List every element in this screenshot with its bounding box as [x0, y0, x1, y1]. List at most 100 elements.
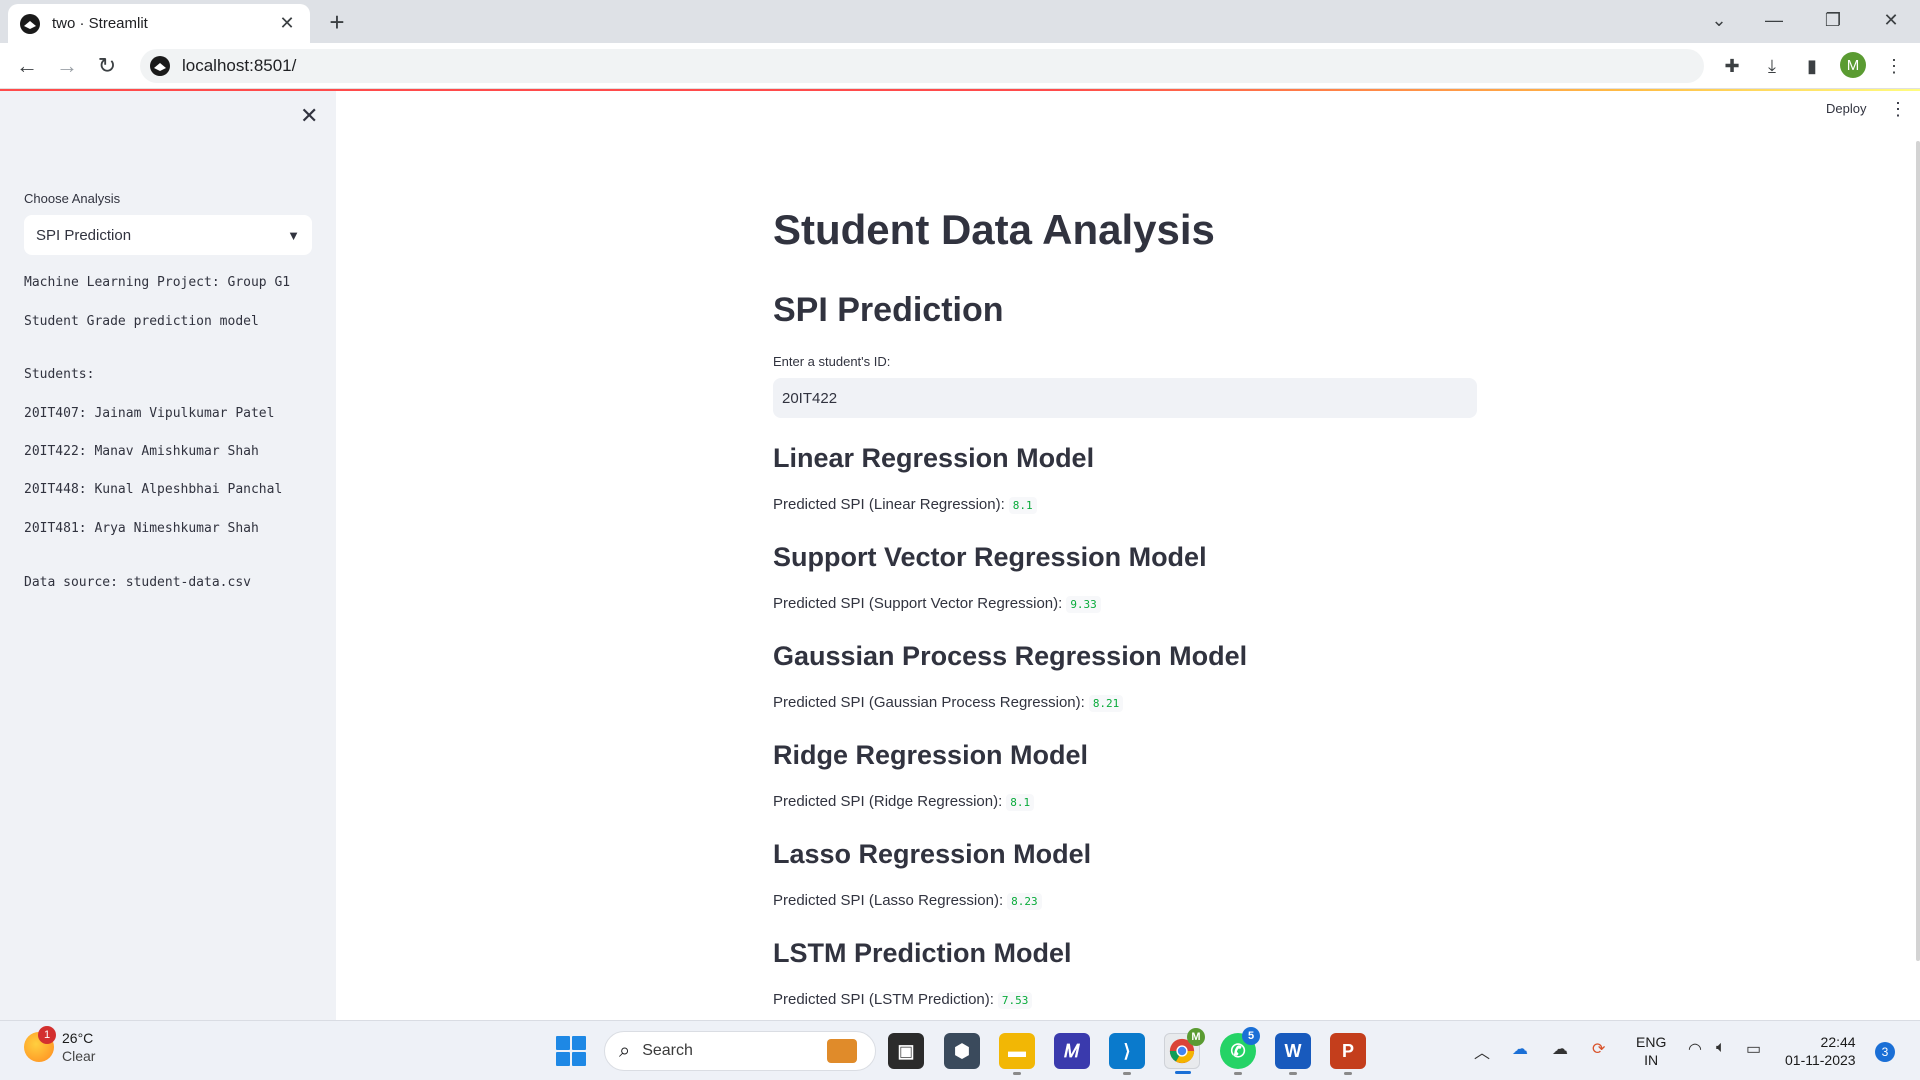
- prediction-label: Predicted SPI (Support Vector Regression…: [773, 595, 1063, 612]
- student-item: 20IT422: Manav Amishkumar Shah: [24, 444, 259, 459]
- math-app-icon[interactable]: 𝑀: [1054, 1033, 1090, 1069]
- file-explorer-icon[interactable]: ▬: [999, 1033, 1035, 1075]
- model-section: Linear Regression Model Predicted SPI (L…: [773, 443, 1479, 514]
- app-cube-icon[interactable]: ⬢: [944, 1033, 980, 1069]
- deploy-button[interactable]: Deploy: [1826, 101, 1866, 116]
- student-item: 20IT448: Kunal Alpeshbhai Panchal: [24, 482, 283, 497]
- address-bar[interactable]: localhost:8501/: [140, 49, 1704, 83]
- model-section: Gaussian Process Regression Model Predic…: [773, 641, 1479, 712]
- model-text: Student Grade prediction model: [24, 314, 259, 329]
- notification-count-badge[interactable]: 3: [1875, 1042, 1895, 1062]
- extensions-icon[interactable]: ✚: [1718, 52, 1746, 80]
- cloud-outline-icon[interactable]: ☁: [1552, 1039, 1568, 1059]
- running-indicator: [1289, 1072, 1297, 1075]
- system-clock[interactable]: 22:44 01-11-2023: [1785, 1033, 1856, 1069]
- site-info-icon[interactable]: [150, 56, 170, 76]
- section-title: SPI Prediction: [773, 291, 1004, 329]
- project-text: Machine Learning Project: Group G1: [24, 275, 291, 290]
- model-heading: Linear Regression Model: [773, 443, 1095, 473]
- prediction-line: Predicted SPI (Gaussian Process Regressi…: [773, 694, 1479, 712]
- forward-arrow-icon[interactable]: →: [52, 51, 82, 81]
- browser-menu-icon[interactable]: ⋮: [1880, 52, 1908, 80]
- whatsapp-icon[interactable]: ✆ 5: [1220, 1027, 1260, 1075]
- prediction-value: 8.1: [1008, 497, 1037, 514]
- close-window-icon[interactable]: ✕: [1864, 0, 1918, 40]
- running-indicator: [1123, 1072, 1131, 1075]
- prediction-value: 9.33: [1066, 596, 1101, 613]
- model-heading: Support Vector Regression Model: [773, 542, 1207, 572]
- battery-icon[interactable]: ▭: [1746, 1039, 1761, 1059]
- vscode-icon[interactable]: ⟩: [1109, 1033, 1145, 1075]
- student-id-input[interactable]: [773, 378, 1477, 418]
- prediction-value: 8.1: [1006, 794, 1035, 811]
- windows-start-icon[interactable]: [556, 1036, 586, 1066]
- tab-title: two · Streamlit: [52, 15, 148, 32]
- model-heading: LSTM Prediction Model: [773, 938, 1072, 968]
- app-menu-icon[interactable]: ⋮: [1889, 99, 1907, 120]
- prediction-value: 8.23: [1007, 893, 1042, 910]
- new-tab-button[interactable]: +: [322, 8, 352, 38]
- tab-search-chevron-icon[interactable]: ⌄: [1692, 0, 1746, 40]
- students-heading: Students:: [24, 367, 95, 382]
- running-indicator: [1013, 1072, 1021, 1075]
- weather-badge: 1: [38, 1026, 56, 1044]
- restore-icon[interactable]: ❐: [1806, 0, 1860, 40]
- prediction-line: Predicted SPI (Ridge Regression): 8.1: [773, 793, 1479, 811]
- reload-icon[interactable]: ↻: [92, 51, 122, 81]
- prediction-value: 8.21: [1088, 695, 1124, 712]
- analysis-select[interactable]: SPI Prediction ▼: [24, 215, 312, 255]
- clock-time: 22:44: [1820, 1034, 1856, 1050]
- back-arrow-icon[interactable]: ←: [12, 51, 42, 81]
- student-item: 20IT481: Arya Nimeshkumar Shah: [24, 521, 259, 536]
- active-indicator: [1175, 1071, 1191, 1074]
- sidebar: ✕ Choose Analysis SPI Prediction ▼ Machi…: [0, 91, 336, 1020]
- sync-icon[interactable]: ⟳: [1592, 1039, 1605, 1059]
- prediction-line: Predicted SPI (LSTM Prediction): 7.53: [773, 991, 1479, 1009]
- model-section: Ridge Regression Model Predicted SPI (Ri…: [773, 740, 1479, 811]
- tab-close-icon[interactable]: ✕: [276, 13, 298, 34]
- onedrive-icon[interactable]: ☁: [1512, 1039, 1528, 1059]
- model-section: Support Vector Regression Model Predicte…: [773, 542, 1479, 613]
- whatsapp-badge: 5: [1242, 1027, 1260, 1045]
- language-indicator[interactable]: ENG IN: [1636, 1033, 1666, 1069]
- prediction-line: Predicted SPI (Linear Regression): 8.1: [773, 496, 1479, 514]
- prediction-value: 7.53: [997, 992, 1033, 1009]
- weather-sun-icon: 1: [24, 1026, 56, 1062]
- word-icon[interactable]: W: [1275, 1033, 1311, 1075]
- student-id-label: Enter a student's ID:: [773, 354, 891, 369]
- weather-widget[interactable]: 1 26°C Clear: [24, 1026, 96, 1065]
- prediction-label: Predicted SPI (LSTM Prediction):: [773, 991, 994, 1008]
- browser-tab[interactable]: two · Streamlit ✕: [8, 4, 310, 43]
- browser-tabbar: two · Streamlit ✕ + ⌄ — ❐ ✕: [0, 0, 1920, 43]
- download-icon[interactable]: ⤓: [1758, 52, 1786, 80]
- wifi-icon[interactable]: ◠: [1688, 1039, 1702, 1059]
- chrome-icon[interactable]: M: [1164, 1028, 1205, 1074]
- model-heading: Gaussian Process Regression Model: [773, 641, 1248, 671]
- tray-expand-icon[interactable]: ︿: [1474, 1039, 1490, 1063]
- profile-avatar[interactable]: M: [1840, 52, 1866, 78]
- taskbar-search-label: Search: [642, 1042, 693, 1059]
- powerpoint-icon[interactable]: P: [1330, 1033, 1366, 1075]
- volume-icon[interactable]: 🔈︎: [1716, 1039, 1726, 1057]
- language-region: IN: [1644, 1052, 1659, 1068]
- prediction-label: Predicted SPI (Linear Regression):: [773, 496, 1005, 513]
- prediction-line: Predicted SPI (Support Vector Regression…: [773, 595, 1479, 613]
- weather-condition: Clear: [62, 1048, 96, 1064]
- running-indicator: [1234, 1072, 1242, 1075]
- model-heading: Ridge Regression Model: [773, 740, 1089, 770]
- weather-temp: 26°C: [62, 1030, 94, 1046]
- task-view-icon[interactable]: ▣: [888, 1033, 924, 1069]
- side-panel-icon[interactable]: ▮: [1798, 52, 1826, 80]
- main-scrollbar[interactable]: [1916, 141, 1920, 961]
- sidebar-close-icon[interactable]: ✕: [300, 103, 318, 129]
- student-item: 20IT407: Jainam Vipulkumar Patel: [24, 406, 275, 421]
- minimize-icon[interactable]: —: [1747, 0, 1801, 40]
- search-highlight-icon: [827, 1039, 857, 1063]
- running-indicator: [1344, 1072, 1352, 1075]
- choose-analysis-label: Choose Analysis: [24, 191, 121, 206]
- chevron-down-icon: ▼: [287, 227, 300, 243]
- chrome-profile-badge: M: [1187, 1028, 1205, 1046]
- taskbar-search[interactable]: ⌕ Search: [604, 1031, 876, 1071]
- main-content: Deploy ⋮ Student Data Analysis SPI Predi…: [336, 91, 1920, 1020]
- analysis-select-value: SPI Prediction: [36, 226, 132, 244]
